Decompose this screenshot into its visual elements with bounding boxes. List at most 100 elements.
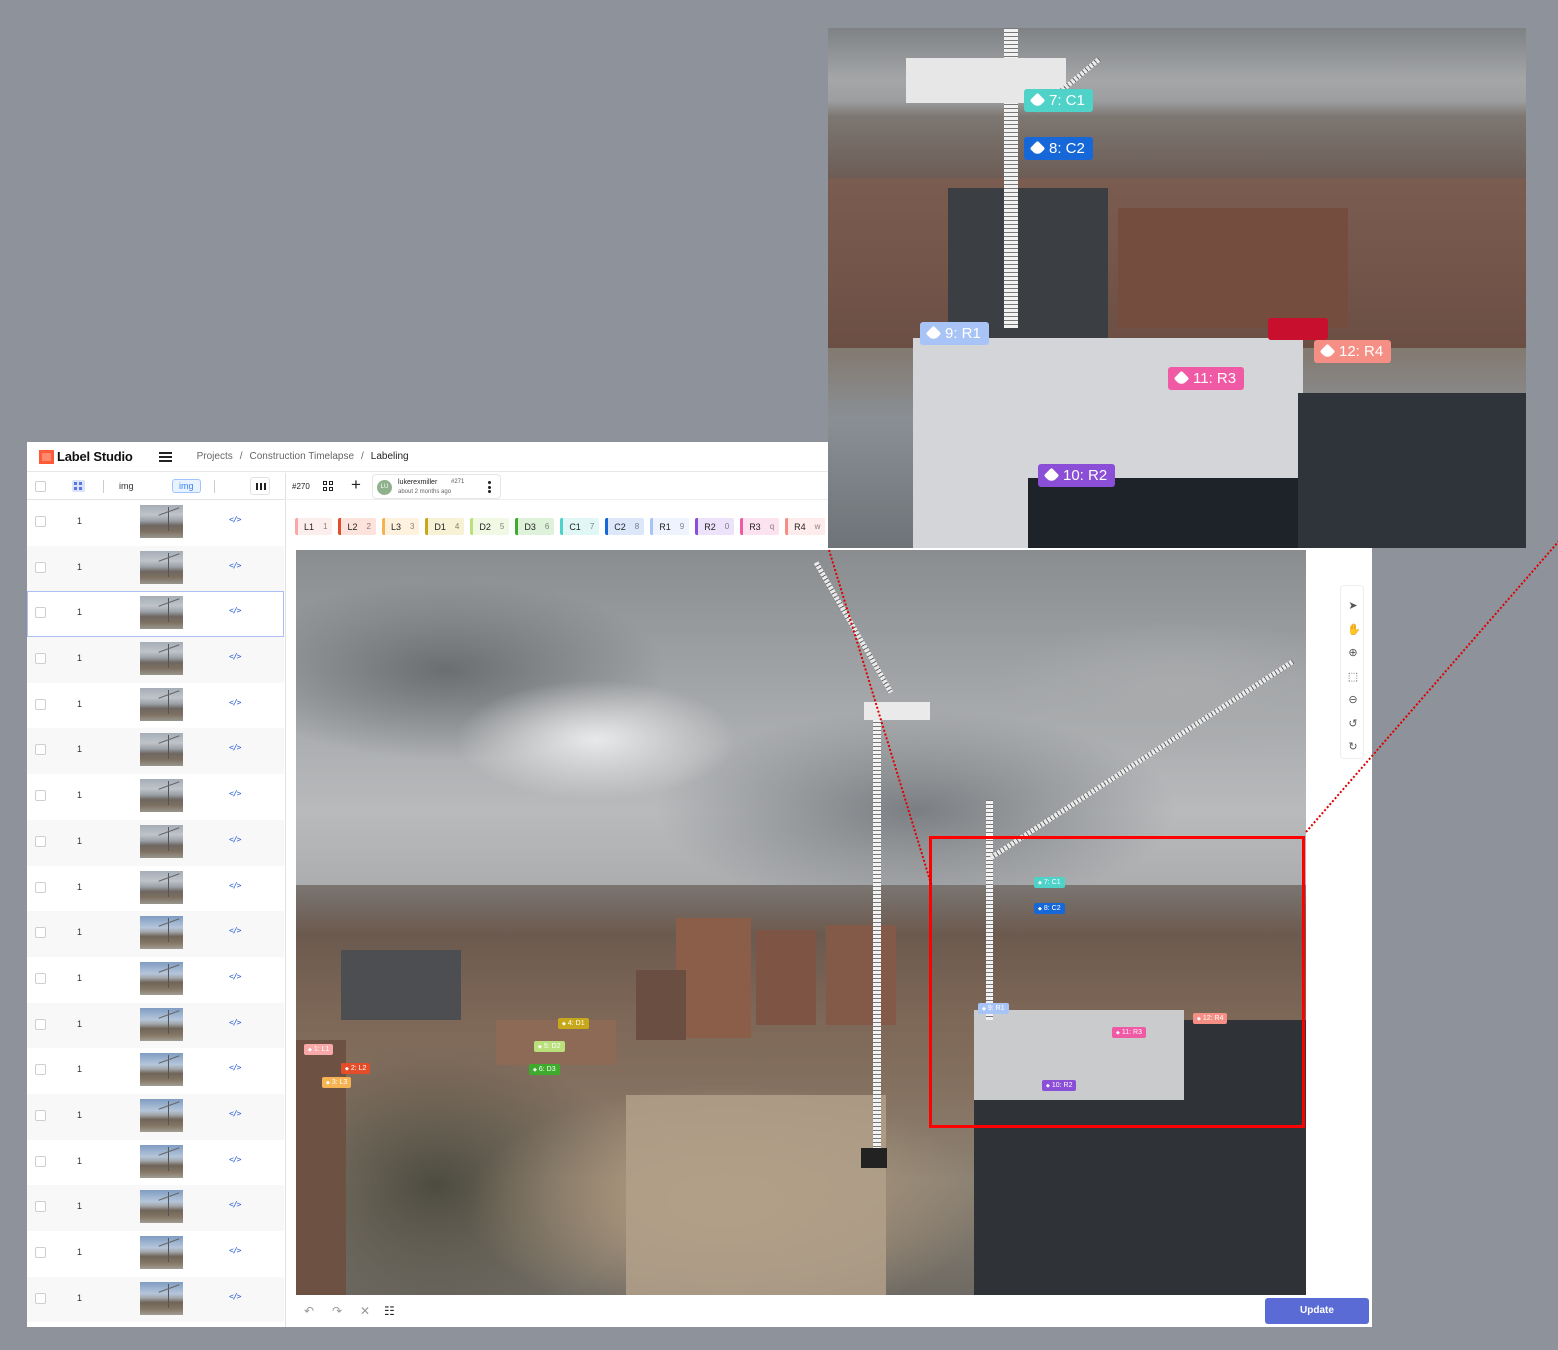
label-chip-d2[interactable]: D2 5 [470, 518, 510, 535]
code-icon[interactable]: </> [229, 1109, 241, 1118]
row-checkbox[interactable] [35, 972, 46, 984]
row-checkbox[interactable] [35, 1109, 46, 1121]
zoom-in-icon[interactable]: ⊕ [1347, 647, 1359, 659]
table-row[interactable]: 1 </> [27, 957, 284, 1003]
label-chip-l3[interactable]: L3 3 [381, 518, 420, 535]
row-checkbox[interactable] [35, 1247, 46, 1258]
row-checkbox[interactable] [35, 790, 46, 802]
table-row[interactable]: 1 </> [27, 1002, 284, 1049]
row-thumbnail[interactable] [140, 596, 183, 630]
table-row[interactable]: 1 </> [27, 1231, 284, 1277]
table-row[interactable]: 1 </> [27, 866, 284, 912]
table-row[interactable]: 1 </> [27, 1276, 284, 1323]
code-icon[interactable]: </> [229, 1018, 241, 1027]
table-row[interactable]: 1 </> [27, 591, 284, 638]
table-row[interactable]: 1 </> [27, 1048, 284, 1094]
label-chip-l1[interactable]: L1 1 [295, 518, 333, 535]
row-checkbox[interactable] [35, 1292, 46, 1304]
code-icon[interactable]: </> [229, 835, 241, 844]
zoom-region-R2[interactable]: 10: R2 [1038, 464, 1116, 487]
app-logo[interactable]: Label Studio [39, 449, 133, 464]
redo-icon[interactable]: ↷ [332, 1304, 342, 1318]
label-chip-c2[interactable]: C2 8 [605, 518, 645, 535]
row-checkbox[interactable] [35, 1064, 46, 1076]
update-button[interactable]: Update [1265, 1298, 1369, 1324]
code-icon[interactable]: </> [229, 606, 241, 615]
fit-icon[interactable]: ⬚ [1347, 671, 1359, 683]
table-row[interactable]: 1 </> [27, 1093, 284, 1140]
table-row[interactable]: 1 </> [27, 819, 284, 866]
column-header-img-badge[interactable]: img [172, 479, 201, 493]
row-thumbnail[interactable] [140, 916, 183, 950]
row-thumbnail[interactable] [140, 1190, 183, 1224]
row-thumbnail[interactable] [140, 642, 183, 676]
undo-icon[interactable]: ↶ [304, 1304, 314, 1318]
table-row[interactable]: 1 </> [27, 911, 284, 957]
table-row[interactable]: 1 </> [27, 1140, 284, 1186]
row-checkbox[interactable] [35, 744, 46, 756]
code-icon[interactable]: </> [229, 652, 241, 661]
code-icon[interactable]: </> [229, 1063, 241, 1072]
row-checkbox[interactable] [35, 881, 46, 893]
code-icon[interactable]: </> [229, 698, 241, 707]
rotate-left-icon[interactable]: ↺ [1347, 718, 1359, 730]
menu-icon[interactable] [158, 451, 172, 462]
code-icon[interactable]: </> [229, 743, 241, 752]
columns-toggle-icon[interactable] [250, 477, 270, 495]
row-thumbnail[interactable] [140, 687, 183, 721]
zoom-region-R3[interactable]: 11: R3 [1168, 367, 1245, 390]
row-thumbnail[interactable] [140, 550, 183, 584]
add-annotation-icon[interactable]: + [351, 475, 361, 495]
row-checkbox[interactable] [35, 1155, 46, 1167]
row-checkbox[interactable] [35, 698, 46, 710]
row-checkbox[interactable] [35, 516, 46, 527]
label-chip-l2[interactable]: L2 2 [338, 518, 376, 535]
row-thumbnail[interactable] [140, 961, 183, 995]
region-label-L2[interactable]: 2: L2 [341, 1063, 371, 1074]
label-chip-r3[interactable]: R3 q [740, 518, 780, 535]
table-row[interactable]: 1 </> [27, 728, 284, 775]
rotate-right-icon[interactable]: ↻ [1347, 741, 1359, 753]
row-checkbox[interactable] [35, 1201, 46, 1213]
zoom-out-icon[interactable]: ⊖ [1347, 694, 1359, 706]
pointer-icon[interactable]: ➤ [1347, 600, 1359, 612]
row-thumbnail[interactable] [140, 779, 183, 813]
row-checkbox[interactable] [35, 1018, 46, 1030]
row-thumbnail[interactable] [140, 870, 183, 904]
more-options-icon[interactable] [488, 481, 491, 493]
row-thumbnail[interactable] [140, 505, 183, 538]
id-column-icon[interactable] [72, 480, 85, 492]
region-label-L3[interactable]: 3: L3 [322, 1077, 352, 1088]
table-row[interactable]: 1 </> [27, 683, 284, 729]
grid-view-icon[interactable] [323, 481, 334, 492]
row-checkbox[interactable] [35, 607, 46, 619]
row-thumbnail[interactable] [140, 1007, 183, 1041]
select-all-checkbox[interactable] [35, 481, 46, 492]
label-chip-r2[interactable]: R2 0 [695, 518, 735, 535]
zoom-region-R1[interactable]: 9: R1 [920, 322, 989, 345]
hand-icon[interactable]: ✋ [1347, 624, 1361, 636]
settings-icon[interactable]: ☷ [384, 1304, 395, 1318]
code-icon[interactable]: </> [229, 561, 241, 570]
region-label-D3[interactable]: 6: D3 [529, 1064, 560, 1075]
row-thumbnail[interactable] [140, 1281, 183, 1315]
label-chip-d1[interactable]: D1 4 [425, 518, 465, 535]
label-chip-r1[interactable]: R1 9 [650, 518, 690, 535]
zoom-region-C1[interactable]: 7: C1 [1024, 89, 1093, 112]
reset-icon[interactable]: ✕ [360, 1304, 370, 1318]
code-icon[interactable]: </> [229, 881, 241, 890]
row-thumbnail[interactable] [140, 1236, 183, 1269]
table-row[interactable]: 1 </> [27, 774, 284, 820]
breadcrumb-projects[interactable]: Projects [197, 451, 233, 462]
row-checkbox[interactable] [35, 835, 46, 847]
code-icon[interactable]: </> [229, 1155, 241, 1164]
zoom-region-C2[interactable]: 8: C2 [1024, 137, 1093, 160]
breadcrumb-project[interactable]: Construction Timelapse [250, 451, 355, 462]
code-icon[interactable]: </> [229, 1246, 241, 1255]
region-label-L1[interactable]: 1: L1 [304, 1044, 334, 1055]
zoom-region-R4[interactable]: 12: R4 [1314, 340, 1392, 363]
region-label-D2[interactable]: 5: D2 [534, 1041, 565, 1052]
image-canvas[interactable]: 1: L1 2: L2 3: L3 4: D1 5: D2 6: D3 7: C… [296, 550, 1306, 1295]
row-thumbnail[interactable] [140, 1098, 183, 1132]
annotation-tab[interactable]: LU lukerexmiller #271 about 2 months ago [372, 474, 501, 499]
